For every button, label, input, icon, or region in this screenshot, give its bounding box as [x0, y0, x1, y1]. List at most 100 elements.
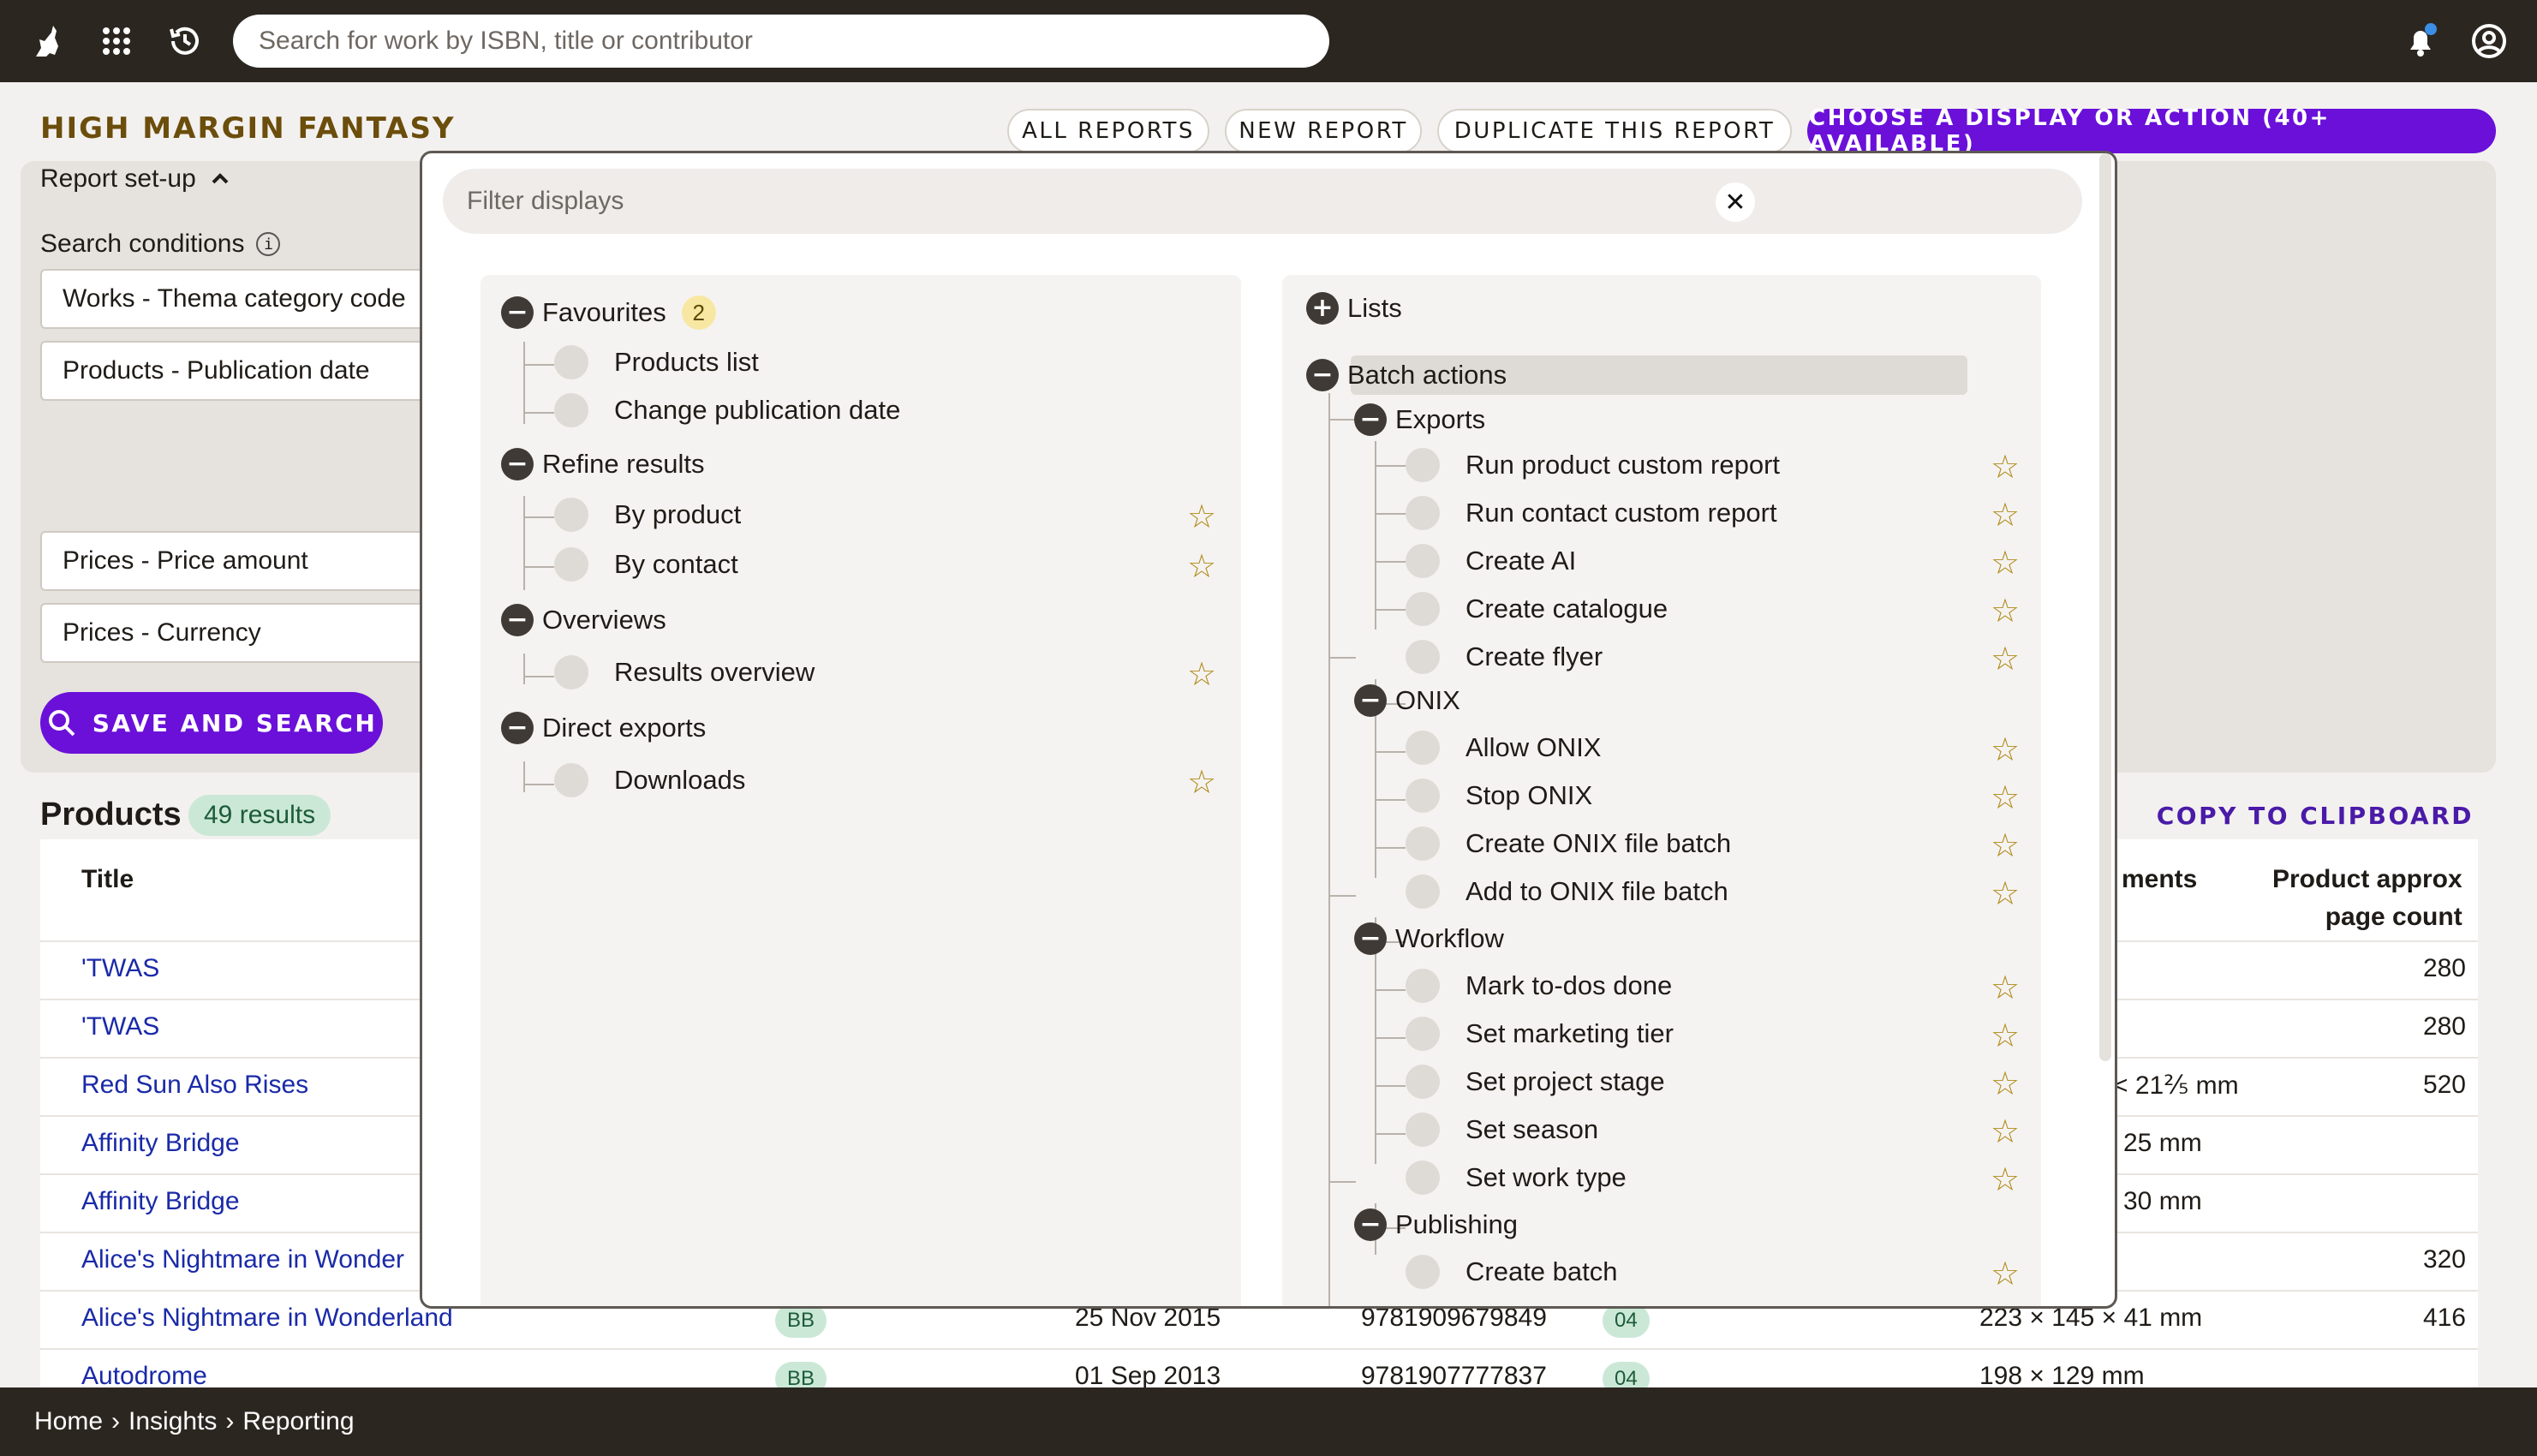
condition-field[interactable]: Products - Publication date — [40, 341, 434, 401]
group-onix[interactable]: − ONIX — [1354, 684, 1460, 717]
star-icon[interactable]: ☆ — [1185, 763, 1219, 801]
save-and-search-button[interactable]: SAVE AND SEARCH — [40, 692, 383, 754]
column-header-page-count[interactable]: Product approx page count — [2272, 865, 2462, 932]
display-radio[interactable] — [1406, 731, 1440, 765]
expand-icon[interactable]: + — [1306, 292, 1339, 325]
display-item[interactable]: Run product custom report — [1406, 448, 1780, 482]
column-header-measurements[interactable]: ments — [2122, 865, 2197, 894]
group-batch-actions[interactable]: − Batch actions — [1306, 359, 1507, 391]
group-overviews[interactable]: − Overviews — [501, 604, 666, 636]
group-direct-exports[interactable]: − Direct exports — [501, 712, 706, 744]
breadcrumb-reporting[interactable]: Reporting — [242, 1407, 354, 1436]
apps-grid-icon[interactable] — [96, 21, 137, 62]
condition-field[interactable]: Prices - Price amount — [40, 531, 434, 591]
star-icon[interactable]: ☆ — [1988, 1255, 2022, 1292]
star-icon[interactable]: ☆ — [1185, 547, 1219, 585]
display-item[interactable]: Create batch — [1406, 1255, 1618, 1289]
display-radio[interactable] — [554, 763, 588, 797]
group-favourites[interactable]: − Favourites 2 — [501, 295, 716, 330]
display-radio[interactable] — [1406, 874, 1440, 909]
display-item[interactable]: Mark to-dos done — [1406, 969, 1672, 1003]
display-item[interactable]: Create AI — [1406, 544, 1576, 578]
star-icon[interactable]: ☆ — [1988, 874, 2022, 912]
display-radio[interactable] — [1406, 592, 1440, 626]
collapse-icon[interactable]: − — [501, 448, 534, 480]
star-icon[interactable]: ☆ — [1988, 496, 2022, 534]
condition-field[interactable]: Works - Thema category code — [40, 269, 434, 329]
collapse-icon[interactable]: − — [1354, 922, 1387, 955]
star-icon[interactable]: ☆ — [1988, 448, 2022, 486]
user-icon[interactable] — [2468, 21, 2510, 62]
display-radio[interactable] — [554, 393, 588, 427]
group-lists[interactable]: + Lists — [1306, 292, 1402, 325]
display-item[interactable]: Products list — [554, 345, 759, 379]
collapse-icon[interactable]: − — [501, 604, 534, 636]
group-workflow[interactable]: − Workflow — [1354, 922, 1504, 955]
star-icon[interactable]: ☆ — [1988, 640, 2022, 677]
display-item[interactable]: By contact — [554, 547, 738, 582]
display-radio[interactable] — [1406, 1255, 1440, 1289]
collapse-icon[interactable]: − — [1354, 403, 1387, 436]
display-item[interactable]: Downloads — [554, 763, 745, 797]
cat-logo-icon[interactable] — [27, 21, 69, 62]
row-title-link[interactable]: Alice's Nightmare in Wonderland — [81, 1304, 453, 1333]
display-radio[interactable] — [1406, 448, 1440, 482]
star-icon[interactable]: ☆ — [1988, 1161, 2022, 1198]
display-radio[interactable] — [1406, 1113, 1440, 1147]
row-title-link[interactable]: 'TWAS — [81, 1012, 159, 1041]
row-title-link[interactable]: Red Sun Also Rises — [81, 1071, 308, 1100]
history-icon[interactable] — [164, 21, 206, 62]
display-radio[interactable] — [1406, 1065, 1440, 1099]
breadcrumb-home[interactable]: Home — [34, 1407, 103, 1436]
choose-display-button[interactable]: CHOOSE A DISPLAY OR ACTION (40+ AVAILABL… — [1807, 105, 2496, 157]
display-radio[interactable] — [1406, 1017, 1440, 1051]
star-icon[interactable]: ☆ — [1988, 826, 2022, 864]
display-item[interactable]: Set work type — [1406, 1161, 1627, 1195]
duplicate-report-button[interactable]: DUPLICATE THIS REPORT — [1437, 109, 1792, 153]
display-radio[interactable] — [554, 655, 588, 689]
display-item[interactable]: Create ONIX file batch — [1406, 826, 1731, 861]
display-item[interactable]: Add to ONIX file batch — [1406, 874, 1728, 909]
display-item[interactable]: Results overview — [554, 655, 815, 689]
condition-field[interactable]: Prices - Currency — [40, 603, 434, 663]
star-icon[interactable]: ☆ — [1988, 969, 2022, 1006]
star-icon[interactable]: ☆ — [1185, 498, 1219, 535]
display-item[interactable]: Create flyer — [1406, 640, 1603, 674]
group-publishing[interactable]: − Publishing — [1354, 1208, 1518, 1241]
display-radio[interactable] — [1406, 969, 1440, 1003]
display-radio[interactable] — [1406, 826, 1440, 861]
display-item[interactable]: Run contact custom report — [1406, 496, 1777, 530]
row-title-link[interactable]: Affinity Bridge — [81, 1187, 240, 1216]
star-icon[interactable]: ☆ — [1988, 1113, 2022, 1150]
report-setup-toggle[interactable]: Report set-up — [40, 164, 232, 194]
collapse-icon[interactable]: − — [501, 296, 534, 329]
display-radio[interactable] — [1406, 544, 1440, 578]
collapse-icon[interactable]: − — [1306, 359, 1339, 391]
display-radio[interactable] — [1406, 640, 1440, 674]
display-item[interactable]: Set marketing tier — [1406, 1017, 1674, 1051]
star-icon[interactable]: ☆ — [1988, 592, 2022, 630]
display-radio[interactable] — [1406, 779, 1440, 813]
star-icon[interactable]: ☆ — [1988, 731, 2022, 768]
display-radio[interactable] — [554, 345, 588, 379]
modal-scrollbar[interactable] — [2099, 153, 2111, 1061]
global-search[interactable] — [233, 15, 1329, 68]
display-item[interactable]: By product — [554, 498, 741, 532]
star-icon[interactable]: ☆ — [1185, 655, 1219, 693]
filter-displays-input[interactable] — [467, 169, 1666, 234]
column-header-title[interactable]: Title — [81, 865, 134, 894]
bell-icon[interactable] — [2400, 21, 2441, 62]
copy-to-clipboard-link[interactable]: COPY TO CLIPBOARD — [2157, 802, 2474, 830]
all-reports-button[interactable]: ALL REPORTS — [1007, 109, 1209, 153]
row-title-link[interactable]: 'TWAS — [81, 954, 159, 983]
display-item[interactable]: Create catalogue — [1406, 592, 1668, 626]
search-input[interactable] — [259, 27, 1304, 56]
collapse-icon[interactable]: − — [1354, 684, 1387, 717]
collapse-icon[interactable]: − — [501, 712, 534, 744]
star-icon[interactable]: ☆ — [1988, 544, 2022, 582]
display-item[interactable]: Allow ONIX — [1406, 731, 1601, 765]
collapse-icon[interactable]: − — [1354, 1208, 1387, 1241]
close-icon[interactable]: ✕ — [1716, 182, 1755, 222]
breadcrumb-insights[interactable]: Insights — [128, 1407, 217, 1436]
display-radio[interactable] — [1406, 1161, 1440, 1195]
